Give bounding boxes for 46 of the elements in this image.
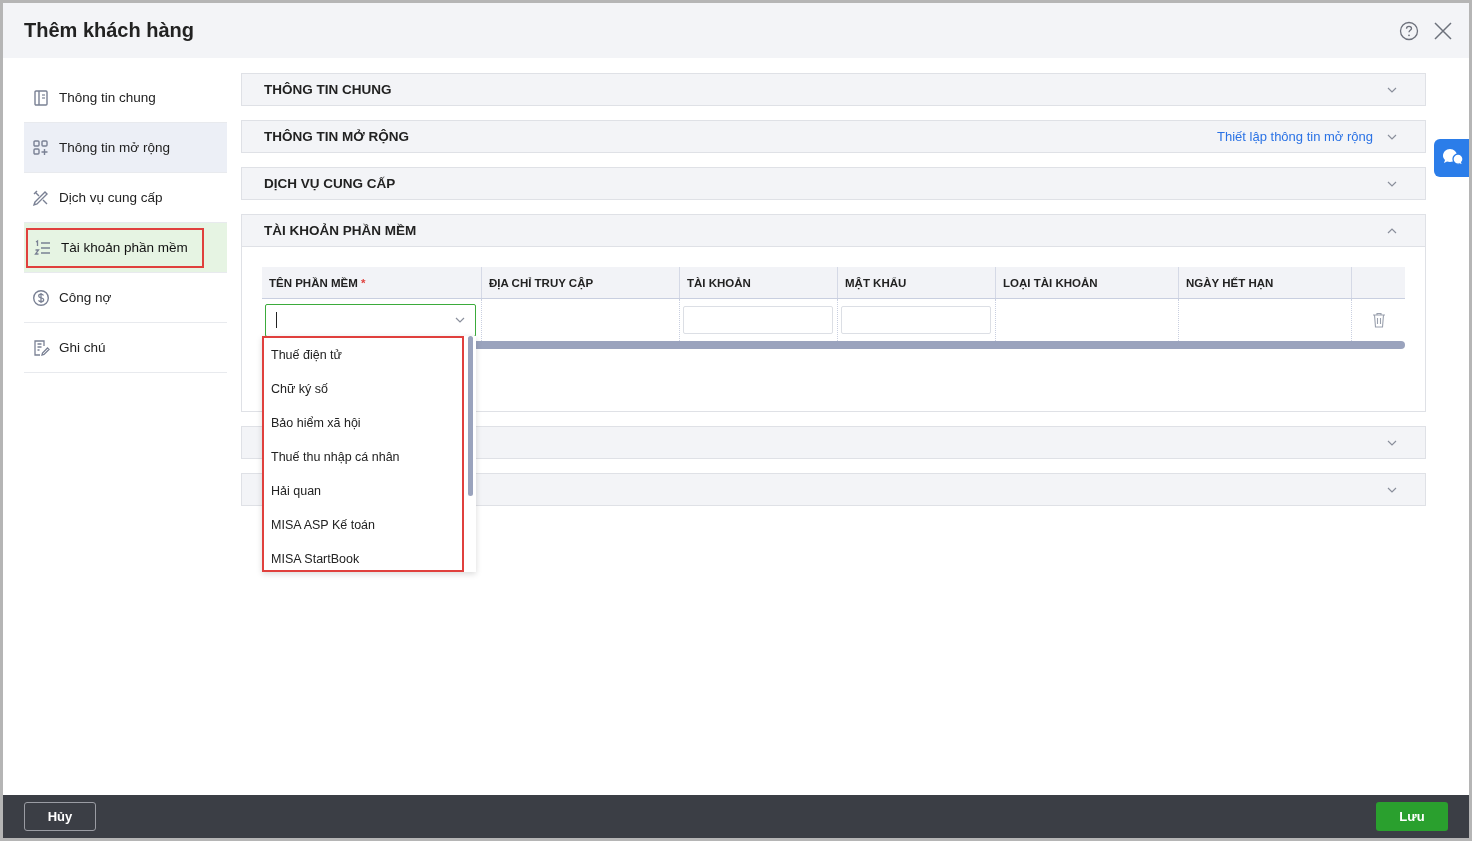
column-header: TÀI KHOẢN (680, 267, 838, 298)
dropdown-option[interactable]: Thuế điện tử (264, 338, 462, 372)
input-field[interactable] (841, 306, 991, 334)
dropdown-option[interactable]: Bảo hiểm xã hội (264, 406, 462, 440)
software-select[interactable] (265, 303, 476, 337)
note-edit-icon (32, 338, 50, 357)
dropdown-option[interactable]: Chữ ký số (264, 372, 462, 406)
grid-plus-icon (32, 138, 50, 157)
close-icon[interactable] (1433, 20, 1453, 41)
chevron-down-icon[interactable] (1387, 86, 1397, 93)
input-field[interactable] (683, 306, 833, 334)
chevron-down-icon[interactable] (1387, 439, 1397, 446)
help-icon[interactable] (1399, 20, 1419, 41)
dollar-coin-icon (32, 288, 50, 307)
column-header: NGÀY HẾT HẠN (1179, 267, 1352, 298)
column-header: TÊN PHẦN MỀM * (262, 267, 482, 298)
section-title: THÔNG TIN MỞ RỘNG (264, 129, 409, 144)
dropdown-option[interactable]: Hải quan (264, 474, 462, 508)
dropdown-option[interactable]: Thuế thu nhập cá nhân (264, 440, 462, 474)
scrollbar[interactable] (468, 336, 473, 496)
dropdown-option[interactable]: MISA ASP Kế toán (264, 508, 462, 542)
sidebar-item[interactable]: Thông tin mở rộng (24, 123, 227, 173)
sidebar-item[interactable]: Ghi chú (24, 323, 227, 373)
window-title: Thêm khách hàng (24, 19, 196, 42)
chevron-up-icon[interactable] (1387, 227, 1397, 234)
numbered-list-icon (34, 238, 52, 257)
section-title: TÀI KHOẢN PHẦN MỀM (264, 223, 417, 238)
dropdown-option[interactable]: MISA StartBook (264, 542, 462, 570)
setup-link[interactable]: Thiết lập thông tin mở rộng (1217, 129, 1373, 144)
chat-button[interactable] (1434, 139, 1469, 177)
column-header: LOẠI TÀI KHOẢN (996, 267, 1179, 298)
column-header: ĐỊA CHỈ TRUY CẬP (482, 267, 680, 298)
tools-icon (32, 188, 50, 207)
section-title: DỊCH VỤ CUNG CẤP (264, 176, 396, 191)
sidebar-item[interactable]: Tài khoản phần mềm (24, 223, 227, 273)
column-header: MẬT KHẨU (838, 267, 996, 298)
trash-icon[interactable] (1371, 312, 1386, 328)
sidebar-item[interactable]: Công nợ (24, 273, 227, 323)
section-header[interactable]: TÀI KHOẢN PHẦN MỀM (242, 215, 1425, 246)
chevron-down-icon[interactable] (455, 317, 465, 323)
cancel-button[interactable]: Hủy (24, 802, 96, 831)
chevron-down-icon[interactable] (1387, 486, 1397, 493)
book-icon (32, 88, 50, 107)
section-title: THÔNG TIN CHUNG (264, 82, 392, 97)
chevron-down-icon[interactable] (1387, 180, 1397, 187)
chevron-down-icon[interactable] (1387, 133, 1397, 140)
